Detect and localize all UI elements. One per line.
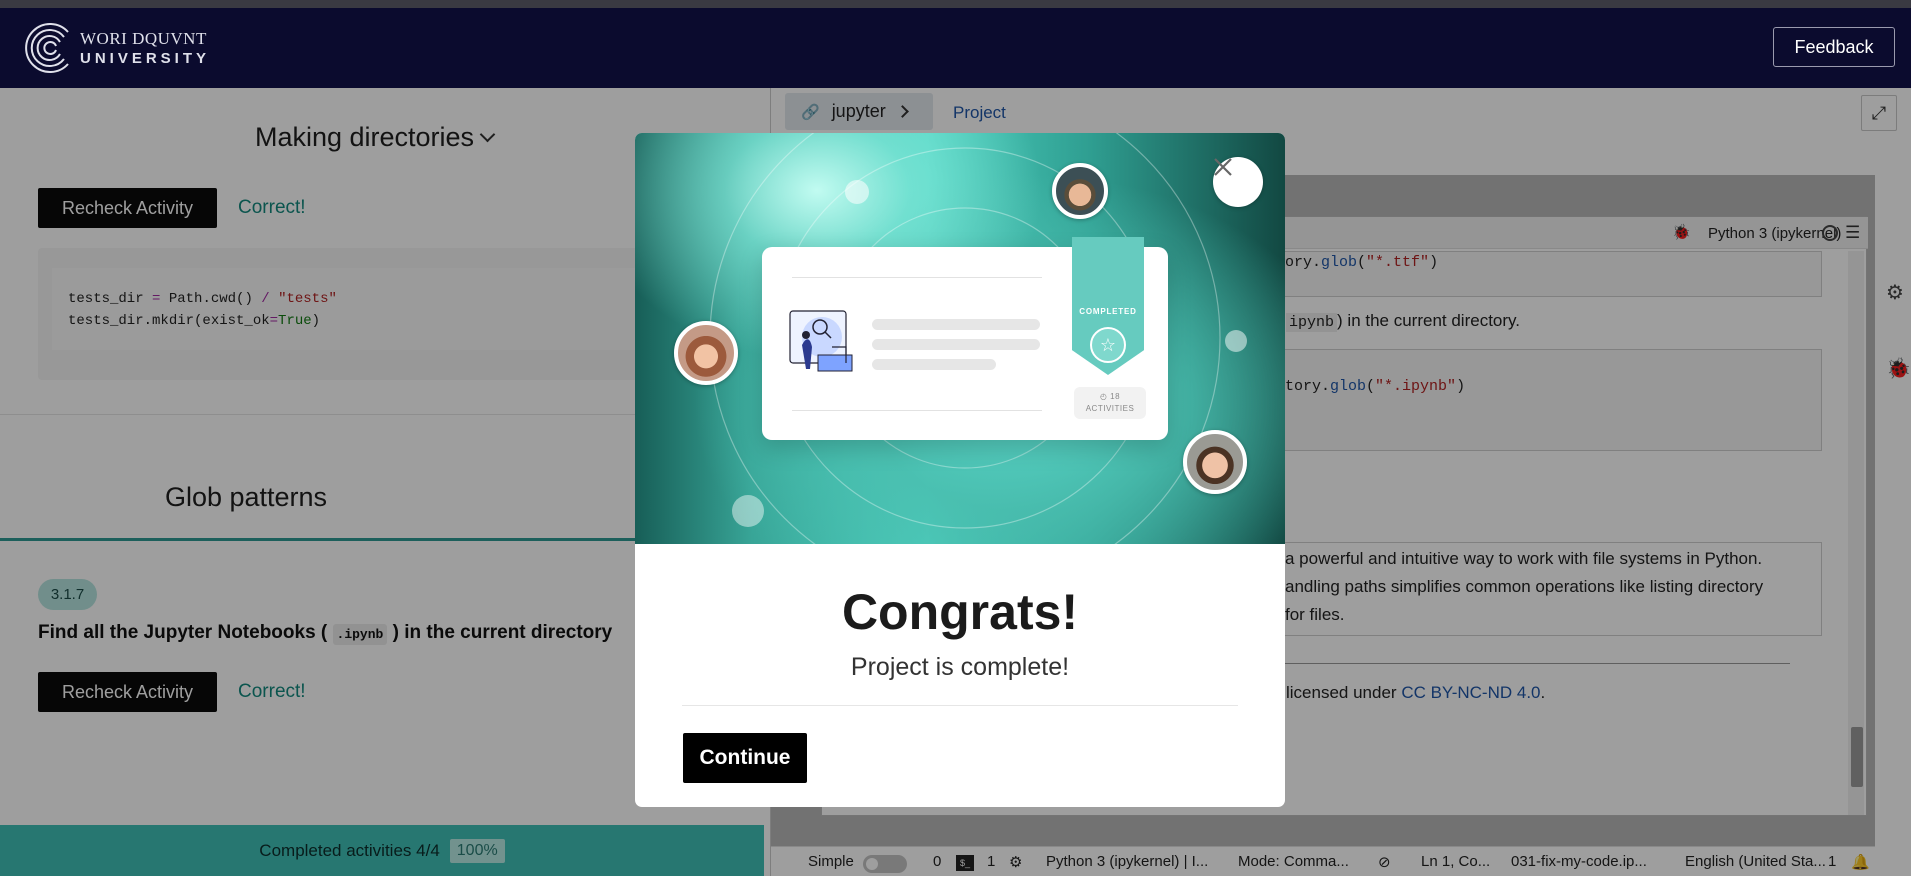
ribbon-text: COMPLETED: [1079, 307, 1137, 316]
modal-title: Congrats!: [841, 584, 1079, 640]
logo-text-line1: WORI DQUVNT: [80, 29, 207, 48]
modal-subtitle: Project is complete!: [850, 653, 1070, 681]
feedback-button[interactable]: Feedback: [1773, 27, 1895, 67]
activities-label: ACTIVITIES: [1085, 404, 1135, 413]
avatar-man: [1183, 430, 1247, 494]
university-logo[interactable]: WORI DQUVNT UNIVERSITY: [24, 18, 210, 78]
congrats-modal: COMPLETED ☆ ◴ 18 ACTIVITIES Congrats! Pr…: [635, 133, 1285, 807]
close-modal-button[interactable]: [1213, 157, 1263, 207]
activities-count: 18: [1110, 392, 1121, 401]
logo-text-line2: UNIVERSITY: [80, 50, 211, 67]
browser-top-strip: [0, 0, 1911, 8]
star-icon: ☆: [1090, 327, 1126, 363]
certificate-card: COMPLETED ☆ ◴ 18 ACTIVITIES: [762, 237, 1168, 440]
close-icon: [1214, 158, 1232, 176]
continue-button[interactable]: Continue: [683, 733, 807, 783]
avatar-man-cap: [1052, 163, 1108, 219]
modal-hero-illustration: COMPLETED ☆ ◴ 18 ACTIVITIES: [635, 133, 1285, 544]
modal-divider: [682, 705, 1238, 706]
site-header: WORI DQUVNT UNIVERSITY Feedback: [0, 8, 1911, 88]
certificate-illustration-icon: [789, 310, 853, 372]
avatar-woman: [674, 321, 738, 385]
app-root: WORI DQUVNT UNIVERSITY Feedback Making d…: [0, 0, 1911, 876]
completed-ribbon: COMPLETED ☆: [1072, 237, 1144, 375]
activities-pill: ◴ 18 ACTIVITIES: [1074, 387, 1146, 419]
logo-mark-icon: [25, 23, 69, 73]
